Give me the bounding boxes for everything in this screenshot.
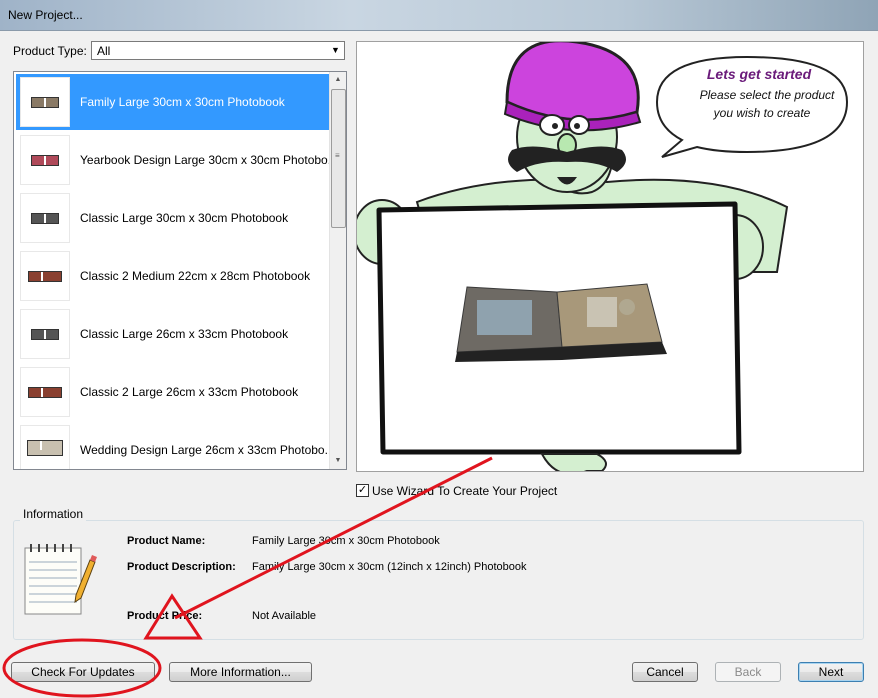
genie-mascot-illustration: Lets get started Please select the produ… [357, 42, 849, 471]
product-label: Wedding Design Large 26cm x 33cm Photobo… [80, 443, 330, 457]
product-list-item[interactable]: Classic 2 Medium 22cm x 28cm Photobook [16, 248, 329, 304]
product-name-value: Family Large 30cm x 30cm Photobook [252, 535, 440, 547]
product-list-item[interactable]: Yearbook Design Large 30cm x 30cm Photob… [16, 132, 330, 188]
photobook-thumbnail-icon [20, 367, 70, 417]
product-list-item[interactable]: Classic Large 26cm x 33cm Photobook [16, 306, 329, 362]
photobook-thumbnail-icon [20, 77, 70, 127]
product-list-item[interactable]: Classic 2 Large 26cm x 33cm Photobook [16, 364, 329, 420]
product-label: Classic 2 Medium 22cm x 28cm Photobook [80, 269, 311, 283]
product-label: Family Large 30cm x 30cm Photobook [80, 95, 285, 109]
chevron-down-icon[interactable]: ▼ [327, 42, 344, 59]
scroll-down-icon[interactable]: ▼ [330, 453, 346, 469]
next-button[interactable]: Next [798, 662, 864, 682]
new-project-window: New Project... Product Type: All ▼ Famil… [0, 0, 878, 698]
grip-icon: ≡ [335, 151, 340, 160]
photobook-thumbnail-icon [20, 309, 70, 359]
window-title: New Project... [8, 8, 83, 22]
back-button: Back [715, 662, 781, 682]
product-type-value: All [97, 44, 111, 58]
notepad-pencil-icon [24, 544, 97, 615]
information-title: Information [20, 507, 87, 521]
use-wizard-checkbox[interactable]: ✓ [356, 484, 369, 497]
product-list[interactable]: Family Large 30cm x 30cm Photobook Yearb… [13, 71, 347, 470]
more-information-button[interactable]: More Information... [169, 662, 312, 682]
photobook-thumbnail-icon [20, 425, 70, 469]
information-groupbox: Product Name: Family Large 30cm x 30cm P… [13, 520, 864, 640]
cancel-button[interactable]: Cancel [632, 662, 698, 682]
speech-line-2: you wish to create [713, 106, 811, 120]
product-label: Classic 2 Large 26cm x 33cm Photobook [80, 385, 299, 399]
speech-heading: Lets get started [707, 66, 812, 82]
scroll-up-icon[interactable]: ▲ [330, 72, 346, 88]
product-description-value: Family Large 30cm x 30cm (12inch x 12inc… [252, 561, 527, 573]
speech-line-1: Please select the product [700, 88, 835, 102]
product-label: Classic Large 26cm x 33cm Photobook [80, 327, 289, 341]
photobook-thumbnail-icon [20, 193, 70, 243]
product-type-label: Product Type: [13, 44, 87, 58]
check-for-updates-button[interactable]: Check For Updates [11, 662, 155, 682]
product-label: Yearbook Design Large 30cm x 30cm Photob… [80, 153, 330, 167]
product-list-item[interactable]: Classic Large 30cm x 30cm Photobook [16, 190, 329, 246]
list-scrollbar[interactable]: ▲ ≡ ▼ [329, 72, 346, 469]
dialog-body: Product Type: All ▼ Family Large 30cm x … [0, 30, 878, 698]
photobook-thumbnail-icon [20, 135, 70, 185]
product-name-label: Product Name: [127, 535, 206, 547]
product-description-label: Product Description: [127, 561, 236, 573]
product-label: Classic Large 30cm x 30cm Photobook [80, 211, 289, 225]
product-list-item[interactable]: Family Large 30cm x 30cm Photobook [16, 74, 329, 130]
use-wizard-label[interactable]: Use Wizard To Create Your Project [372, 484, 557, 498]
photobook-thumbnail-icon [20, 251, 70, 301]
product-price-label: Product Price: [127, 610, 203, 622]
product-price-value: Not Available [252, 610, 317, 622]
title-bar[interactable]: New Project... [0, 0, 878, 30]
scrollbar-thumb[interactable]: ≡ [331, 89, 346, 228]
product-preview-panel: Lets get started Please select the produ… [356, 41, 864, 472]
product-type-dropdown[interactable]: All ▼ [91, 41, 345, 60]
product-list-item[interactable]: Wedding Design Large 26cm x 33cm Photobo… [16, 422, 330, 469]
